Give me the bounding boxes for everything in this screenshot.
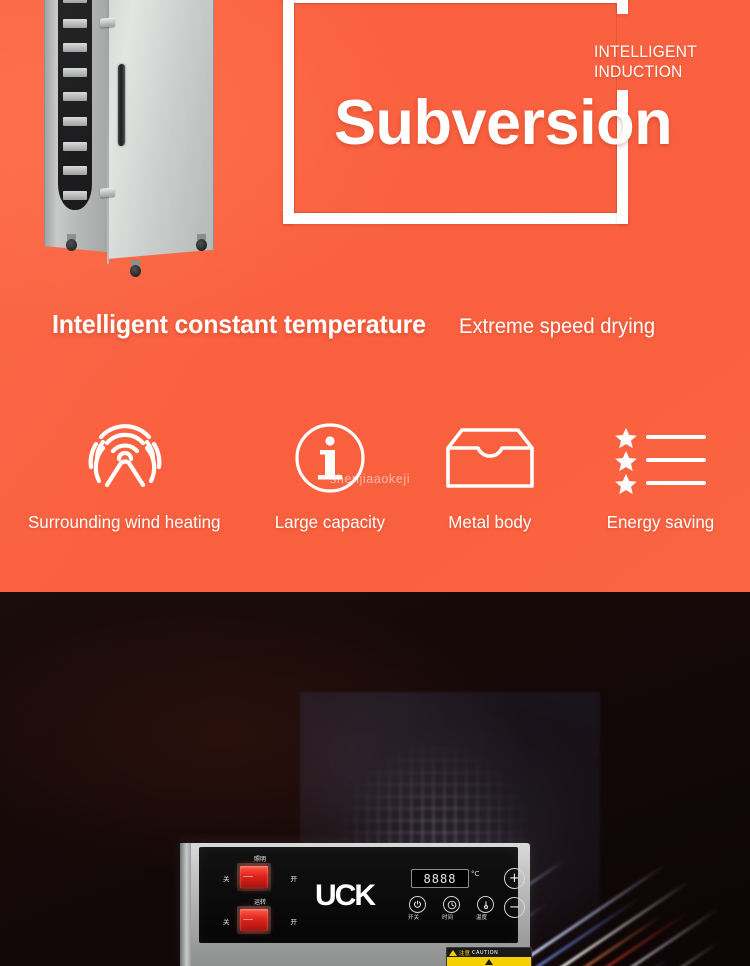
digital-control-group: 8888 °C 开关 时间 温度 + − xyxy=(408,868,525,925)
feature-item-metal-body: Metal body xyxy=(410,418,570,548)
thermometer-icon[interactable] xyxy=(477,896,494,913)
control-panel-unit: 照明 关 开 运转 关 开 UCK 8888 °C 开关 时间 温度 + − 注… xyxy=(180,843,532,966)
wind-waves-icon xyxy=(77,418,173,498)
product-photo-drying-cabinet xyxy=(44,0,214,277)
badge-line-1: INTELLIGENT xyxy=(594,42,697,61)
cabinet-door-seam xyxy=(107,0,109,265)
rocker-switch-lighting[interactable]: 照明 关 开 xyxy=(223,853,297,896)
control-panel-face: 照明 关 开 运转 关 开 UCK 8888 °C 开关 时间 温度 + − xyxy=(199,847,525,943)
subheadline-secondary: Extreme speed drying xyxy=(459,315,656,338)
cabinet-hinge-top xyxy=(100,17,115,28)
feature-icon-row: Surrounding wind heating Large capacity xyxy=(0,418,750,548)
caution-label: 注意 CAUTION xyxy=(446,947,532,966)
cabinet-hinge-bottom xyxy=(100,187,115,198)
page-title: Subversion xyxy=(334,88,673,158)
decrease-button[interactable]: − xyxy=(504,897,525,918)
feature-item-large-capacity: Large capacity xyxy=(250,418,410,548)
feature-label: Energy saving xyxy=(606,512,714,532)
rocker-toggle[interactable] xyxy=(240,909,268,931)
intelligent-induction-badge: INTELLIGENT INDUCTION xyxy=(594,42,697,82)
power-icon[interactable] xyxy=(409,896,426,913)
subheadline-row: Intelligent constant temperature Extreme… xyxy=(52,309,664,340)
switch-off-label: 关 xyxy=(223,918,230,926)
feature-item-surrounding-wind-heating: Surrounding wind heating xyxy=(0,418,250,548)
button-caption: 时间 xyxy=(442,915,454,921)
clock-icon[interactable] xyxy=(443,896,460,913)
caster-wheel xyxy=(194,234,209,251)
warning-triangle-icon xyxy=(485,959,493,965)
brand-logo: UCK xyxy=(315,879,376,912)
feature-label: Surrounding wind heating xyxy=(27,512,221,532)
switch-on-label: 开 xyxy=(290,875,298,883)
increase-button[interactable]: + xyxy=(504,868,525,889)
warning-triangle-icon xyxy=(449,949,457,956)
feature-item-energy-saving: Energy saving xyxy=(570,418,750,548)
rocker-switch-operation[interactable]: 运转 关 开 xyxy=(223,896,297,939)
display-unit: °C xyxy=(471,870,480,878)
switch-caption: 运转 xyxy=(253,899,267,906)
caution-text-en: CAUTION xyxy=(472,949,499,956)
button-caption: 开关 xyxy=(408,915,420,921)
badge-line-2: INDUCTION xyxy=(594,62,683,81)
feature-label: Large capacity xyxy=(274,512,386,532)
display-value: 8888 xyxy=(423,871,457,886)
info-circle-icon xyxy=(291,418,369,498)
feature-label: Metal body xyxy=(448,512,532,532)
subheadline-primary: Intelligent constant temperature xyxy=(52,309,426,339)
metal-tray-icon xyxy=(440,418,540,498)
product-feature-banner: INTELLIGENT INDUCTION Subversion Intelli… xyxy=(0,0,750,966)
digital-display: 8888 xyxy=(411,869,469,888)
rocker-toggle[interactable] xyxy=(240,866,268,888)
rocker-switch-group: 照明 关 开 运转 关 开 xyxy=(223,853,297,939)
star-list-icon xyxy=(612,418,708,498)
caution-text-zh: 注意 xyxy=(459,950,471,957)
cabinet-tray-slots xyxy=(58,0,92,210)
top-orange-section: INTELLIGENT INDUCTION Subversion Intelli… xyxy=(0,0,750,592)
switch-caption: 照明 xyxy=(253,856,267,863)
switch-on-label: 开 xyxy=(290,918,298,926)
cabinet-door-handle xyxy=(118,63,125,147)
button-caption: 温度 xyxy=(476,915,488,921)
caster-wheel xyxy=(64,234,79,251)
switch-off-label: 关 xyxy=(223,875,230,883)
caster-wheel xyxy=(128,260,143,277)
